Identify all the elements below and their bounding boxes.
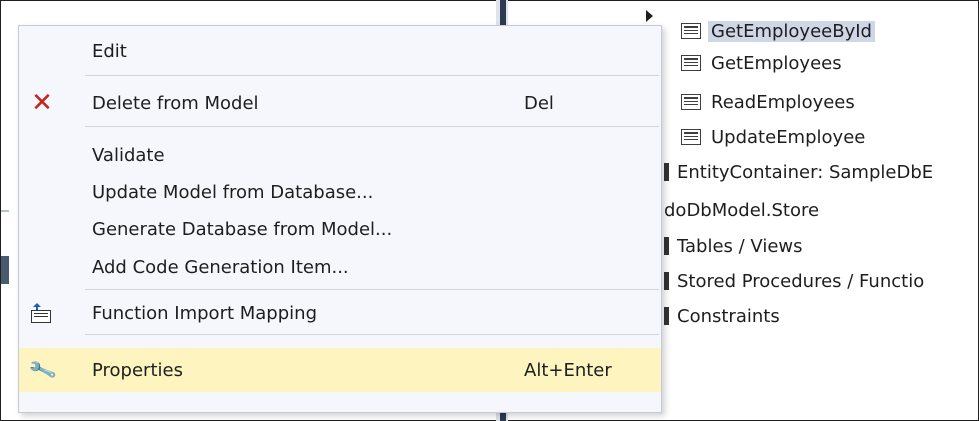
stored-procedure-icon bbox=[681, 55, 701, 71]
folder-icon bbox=[664, 237, 669, 255]
menu-separator bbox=[85, 334, 659, 335]
tree-item-tables-views[interactable]: Tables / Views bbox=[664, 231, 803, 261]
tree-item-label: UpdateEmployee bbox=[711, 126, 866, 148]
delete-x-icon: ✕ bbox=[31, 88, 53, 118]
menu-item-generate-database[interactable]: Generate Database from Model... bbox=[19, 210, 661, 248]
menu-item-update-model[interactable]: Update Model from Database... bbox=[19, 173, 661, 211]
menu-item-function-import-mapping[interactable]: Function Import Mapping bbox=[19, 294, 661, 332]
menu-item-label: Properties bbox=[92, 359, 183, 381]
tree-item-stored-procedures[interactable]: Stored Procedures / Functio bbox=[664, 266, 924, 296]
tree-item-label: doDbModel.Store bbox=[664, 199, 820, 221]
left-panel-selection bbox=[1, 256, 9, 284]
function-import-mapping-icon bbox=[29, 300, 55, 326]
menu-item-label: Edit bbox=[92, 40, 127, 62]
menu-item-edit[interactable]: Edit bbox=[19, 32, 661, 70]
menu-item-delete-from-model[interactable]: ✕ Delete from Model Del bbox=[19, 84, 661, 122]
menu-item-label: Validate bbox=[92, 144, 165, 166]
stored-procedure-icon bbox=[681, 23, 701, 39]
tree-item-getemployees[interactable]: GetEmployees bbox=[681, 48, 842, 78]
tree-item-label: Constraints bbox=[677, 305, 780, 327]
context-menu: Edit ✕ Delete from Model Del Validate Up… bbox=[18, 25, 662, 413]
menu-item-properties[interactable]: 🔧 Properties Alt+Enter bbox=[19, 348, 661, 392]
tree-item-label: EntityContainer: SampleDbE bbox=[677, 161, 934, 183]
menu-separator bbox=[85, 289, 659, 290]
stored-procedure-icon bbox=[681, 129, 701, 145]
menu-item-shortcut: Alt+Enter bbox=[524, 359, 612, 381]
wrench-icon: 🔧 bbox=[26, 354, 58, 386]
tree-item-reademployees[interactable]: ReadEmployees bbox=[681, 87, 855, 117]
tree-item-label: Stored Procedures / Functio bbox=[677, 270, 925, 292]
tree-item-getemployeebyid[interactable]: GetEmployeeById bbox=[681, 16, 875, 46]
tree-item-constraints[interactable]: Constraints bbox=[664, 301, 780, 331]
menu-item-label: Add Code Generation Item... bbox=[92, 256, 349, 278]
tree-item-store[interactable]: doDbModel.Store bbox=[664, 195, 819, 225]
left-panel-divider bbox=[1, 210, 9, 212]
tree-item-entitycontainer[interactable]: EntityContainer: SampleDbE bbox=[664, 157, 933, 187]
container-icon bbox=[664, 163, 669, 181]
tree-item-label: GetEmployees bbox=[711, 52, 842, 74]
stored-procedure-icon bbox=[681, 94, 701, 110]
menu-item-add-code-generation[interactable]: Add Code Generation Item... bbox=[19, 248, 661, 286]
folder-icon bbox=[664, 307, 669, 325]
folder-icon bbox=[664, 272, 669, 290]
tree-item-label: GetEmployeeById bbox=[708, 20, 875, 42]
menu-separator bbox=[85, 126, 659, 127]
menu-item-shortcut: Del bbox=[524, 92, 554, 114]
menu-item-label: Generate Database from Model... bbox=[92, 218, 393, 240]
menu-item-label: Function Import Mapping bbox=[92, 302, 317, 324]
tree-item-label: ReadEmployees bbox=[711, 91, 855, 113]
menu-item-label: Update Model from Database... bbox=[92, 181, 374, 203]
menu-separator bbox=[85, 75, 659, 76]
tree-item-label: Tables / Views bbox=[677, 235, 803, 257]
tree-item-updateemployee[interactable]: UpdateEmployee bbox=[681, 122, 865, 152]
menu-item-validate[interactable]: Validate bbox=[19, 136, 661, 174]
menu-item-label: Delete from Model bbox=[92, 92, 259, 114]
